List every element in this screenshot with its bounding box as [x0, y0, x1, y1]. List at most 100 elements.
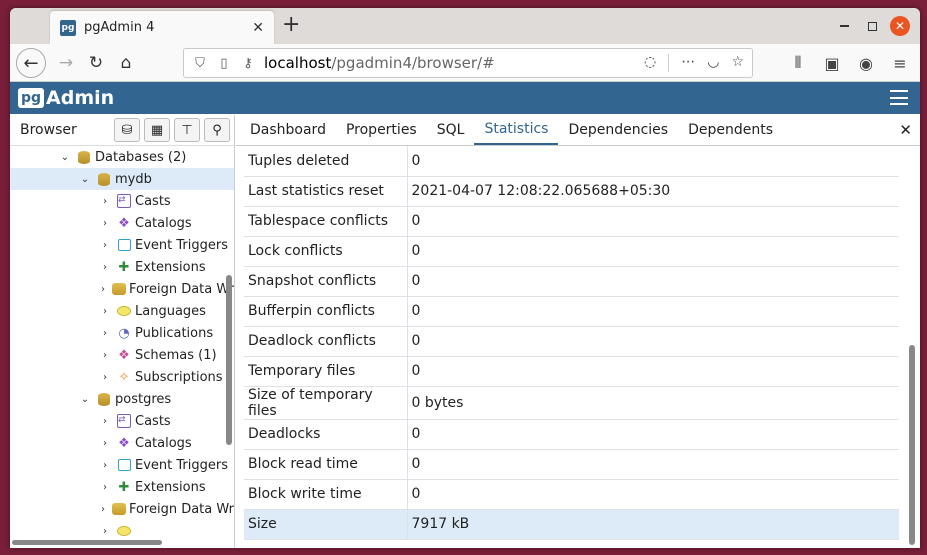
- panel-close-icon[interactable]: ✕: [899, 121, 912, 139]
- chevron-right-icon[interactable]: ›: [98, 306, 112, 317]
- forward-arrow-icon[interactable]: →: [52, 49, 80, 77]
- tab-statistics[interactable]: Statistics: [474, 114, 559, 145]
- table-row[interactable]: Block write time 0: [244, 479, 899, 510]
- browser-panel-title: Browser: [20, 122, 77, 138]
- stat-name: Lock conflicts: [244, 236, 408, 267]
- page-info-icon[interactable]: ▯: [216, 56, 232, 71]
- chevron-right-icon[interactable]: ›: [98, 240, 112, 251]
- tree-item-label: Publications: [135, 325, 214, 341]
- stat-name: Last statistics reset: [244, 176, 408, 207]
- chevron-right-icon[interactable]: ›: [98, 372, 112, 383]
- table-row[interactable]: Temporary files 0: [244, 356, 899, 387]
- tree-horizontal-scrollbar[interactable]: [12, 540, 162, 545]
- chevron-right-icon[interactable]: ›: [98, 262, 112, 273]
- chevron-right-icon[interactable]: ›: [98, 504, 108, 515]
- tree-item[interactable]: › Event Triggers: [10, 234, 234, 256]
- hamburger-menu-icon[interactable]: [890, 90, 908, 105]
- lightbulb-icon[interactable]: ◌: [644, 54, 656, 72]
- new-tab-icon[interactable]: +: [282, 14, 300, 36]
- page-actions-icon[interactable]: ⋯: [681, 54, 695, 72]
- tab-dashboard[interactable]: Dashboard: [240, 114, 336, 145]
- table-row[interactable]: Bufferpin conflicts 0: [244, 296, 899, 327]
- table-row[interactable]: Last statistics reset 2021-04-07 12:08:22…: [244, 176, 899, 207]
- tree-item[interactable]: › ⇄ Casts: [10, 410, 234, 432]
- chevron-right-icon[interactable]: ›: [98, 350, 112, 361]
- table-row[interactable]: Tablespace conflicts 0: [244, 206, 899, 237]
- back-arrow-icon[interactable]: ←: [16, 48, 46, 78]
- stat-value: 2021-04-07 12:08:22.065688+05:30: [407, 176, 899, 207]
- menu-icon[interactable]: ≡: [888, 49, 912, 77]
- extensions-icon: ✚: [118, 479, 130, 495]
- url-bar[interactable]: ⛉ ▯ ⚷ localhost/pgadmin4/browser/# ◌ ⋯ ◡…: [183, 48, 753, 78]
- tab-properties[interactable]: Properties: [336, 114, 427, 145]
- foreign-data-wrapper-icon: [111, 502, 126, 516]
- shield-icon[interactable]: ⛉: [192, 56, 208, 71]
- tree-item-label: Extensions: [135, 479, 206, 495]
- tree-item-label: Catalogs: [135, 435, 192, 451]
- pgadmin-logo[interactable]: pg Admin: [18, 87, 114, 109]
- window-close-button[interactable]: ✕: [890, 16, 910, 36]
- sidebar-icon[interactable]: ▣: [820, 49, 844, 77]
- reload-icon[interactable]: ↻: [82, 49, 110, 77]
- tab-sql[interactable]: SQL: [427, 114, 475, 145]
- library-icon[interactable]: ⫴: [786, 49, 810, 77]
- chevron-right-icon[interactable]: ›: [98, 526, 112, 537]
- chevron-down-icon[interactable]: ⌄: [78, 174, 92, 185]
- tree-item[interactable]: ⌄ mydb: [10, 168, 234, 190]
- tab-dependents[interactable]: Dependents: [678, 114, 783, 145]
- filtered-rows-icon[interactable]: ⊤: [174, 118, 200, 142]
- chevron-right-icon[interactable]: ›: [98, 218, 112, 229]
- tree-item[interactable]: › ❖ Schemas (1): [10, 344, 234, 366]
- tree-item[interactable]: › Event Triggers: [10, 454, 234, 476]
- tree-item[interactable]: › ◔ Publications: [10, 322, 234, 344]
- maximize-button[interactable]: [862, 16, 882, 36]
- table-row[interactable]: Tuples deleted 0: [244, 146, 899, 177]
- stat-name: Deadlock conflicts: [244, 326, 408, 357]
- tree-item[interactable]: ⌄ Databases (2): [10, 146, 234, 168]
- tree-item[interactable]: › ✚ Extensions: [10, 256, 234, 278]
- chevron-right-icon[interactable]: ›: [98, 482, 112, 493]
- table-row[interactable]: Deadlocks 0: [244, 419, 899, 450]
- account-icon[interactable]: ◉: [854, 49, 878, 77]
- tree-item[interactable]: › Languages: [10, 300, 234, 322]
- chevron-right-icon[interactable]: ›: [98, 328, 112, 339]
- query-tool-icon[interactable]: ⛁: [114, 118, 140, 142]
- key-icon: ⚷: [243, 55, 253, 71]
- stat-name: Tuples deleted: [244, 146, 408, 177]
- tree-item[interactable]: › ✚ Extensions: [10, 476, 234, 498]
- pocket-icon[interactable]: ◡: [707, 54, 719, 72]
- bookmark-star-icon[interactable]: ☆: [731, 54, 744, 72]
- tree-item[interactable]: › ❖ Catalogs: [10, 212, 234, 234]
- chevron-right-icon[interactable]: ›: [98, 416, 112, 427]
- table-row[interactable]: Lock conflicts 0: [244, 236, 899, 267]
- home-icon[interactable]: ⌂: [112, 49, 140, 77]
- search-icon[interactable]: ⚲: [204, 118, 230, 142]
- chevron-right-icon[interactable]: ›: [98, 438, 112, 449]
- minimize-button[interactable]: [834, 16, 854, 36]
- tree-item[interactable]: › Foreign Data Wr: [10, 278, 234, 300]
- tree-vertical-scrollbar[interactable]: [226, 275, 232, 445]
- chevron-down-icon[interactable]: ⌄: [78, 394, 92, 405]
- url-text[interactable]: localhost/pgadmin4/browser/#: [264, 54, 636, 72]
- tab-close-icon[interactable]: ✕: [252, 20, 264, 36]
- tree-item[interactable]: › Foreign Data Wr: [10, 498, 234, 520]
- tree-item[interactable]: ›: [10, 520, 234, 538]
- chevron-right-icon[interactable]: ›: [98, 196, 112, 207]
- tab-dependencies[interactable]: Dependencies: [558, 114, 678, 145]
- tree-item[interactable]: › ✧ Subscriptions: [10, 366, 234, 388]
- tree-item[interactable]: › ⇄ Casts: [10, 190, 234, 212]
- stat-name: Deadlocks: [244, 419, 408, 450]
- table-row[interactable]: Size 7917 kB: [244, 508, 899, 540]
- view-data-icon[interactable]: ▦: [144, 118, 170, 142]
- tree-item[interactable]: ⌄ postgres: [10, 388, 234, 410]
- chevron-right-icon[interactable]: ›: [98, 284, 108, 295]
- browser-tab[interactable]: pg pgAdmin 4 ✕: [50, 11, 274, 44]
- table-row[interactable]: Size of temporary files 0 bytes: [244, 386, 899, 420]
- table-row[interactable]: Block read time 0: [244, 449, 899, 480]
- statistics-scrollbar[interactable]: [909, 345, 915, 545]
- table-row[interactable]: Deadlock conflicts 0: [244, 326, 899, 357]
- chevron-right-icon[interactable]: ›: [98, 460, 112, 471]
- table-row[interactable]: Snapshot conflicts 0: [244, 266, 899, 297]
- tree-item[interactable]: › ❖ Catalogs: [10, 432, 234, 454]
- chevron-down-icon[interactable]: ⌄: [58, 152, 72, 163]
